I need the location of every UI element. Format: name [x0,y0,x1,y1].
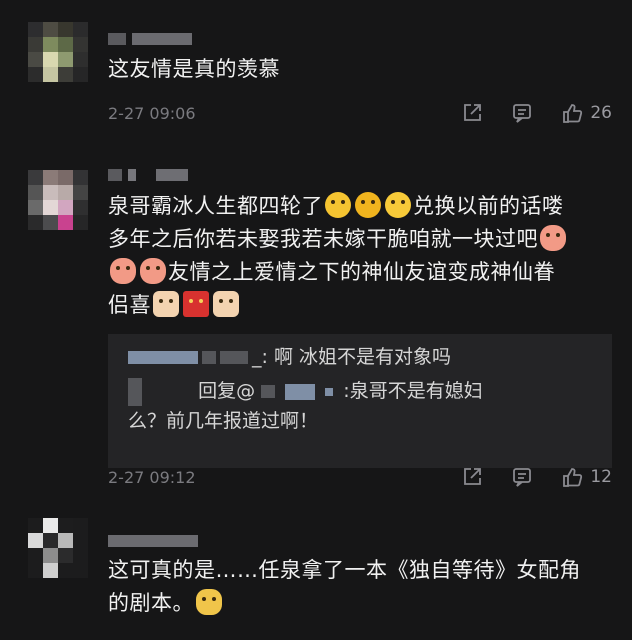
couple-emoji-icon [153,291,179,317]
doge-emoji-icon [196,589,222,615]
username[interactable] [108,534,198,548]
comment-icon[interactable] [510,465,534,489]
thumbs-up-icon[interactable] [560,101,584,125]
avatar[interactable] [28,170,88,230]
timestamp: 2-27 09:12 [108,467,196,487]
laugh-emoji-icon [355,192,381,218]
reply-2-prefix: 回复@ [198,380,256,402]
reply-1-text: _: 啊 冰姐不是有对象吗 [252,346,451,368]
wink-emoji-icon [385,192,411,218]
pig-emoji-icon [110,258,136,284]
comment-icon[interactable] [510,101,534,125]
reply-1: _: 啊 冰姐不是有对象吗 [128,342,600,372]
pig-emoji-icon [540,225,566,251]
double-happiness-icon [183,291,209,317]
reply-2: 回复@ :泉哥不是有媳妇 [128,376,600,406]
username[interactable] [108,32,192,46]
like-count: 12 [590,467,612,487]
comment-meta: 2-27 09:06 26 [108,101,612,125]
username[interactable] [108,168,188,182]
comment-text: 泉哥霸冰人生都四轮了 兑换以前的话喽 多年之后你若未娶我若未嫁干脆咱就一块过吧 友… [108,190,612,322]
reply-2-line2: 么？前几年报道过啊！ [128,410,319,432]
avatar[interactable] [28,22,88,82]
comment-text: 这友情是真的羡慕 [108,57,280,81]
reply-username[interactable] [128,351,198,364]
comment-text: 这可真的是……任泉拿了一本《独自等待》女配角 的剧本。 [108,558,581,615]
reply-block[interactable]: _: 啊 冰姐不是有对象吗 回复@ :泉哥不是有媳妇 么？前几年报道过啊！ [108,334,612,468]
comment-meta: 2-27 09:12 12 [108,465,612,489]
share-icon[interactable] [460,465,484,489]
share-icon[interactable] [460,101,484,125]
smile-emoji-icon [325,192,351,218]
thumbs-up-icon[interactable] [560,465,584,489]
reply-2-text: :泉哥不是有媳妇 [343,380,483,402]
pig-emoji-icon [140,258,166,284]
like-count: 26 [590,103,612,123]
bride-emoji-icon [213,291,239,317]
avatar[interactable] [28,518,88,578]
timestamp: 2-27 09:06 [108,103,196,123]
